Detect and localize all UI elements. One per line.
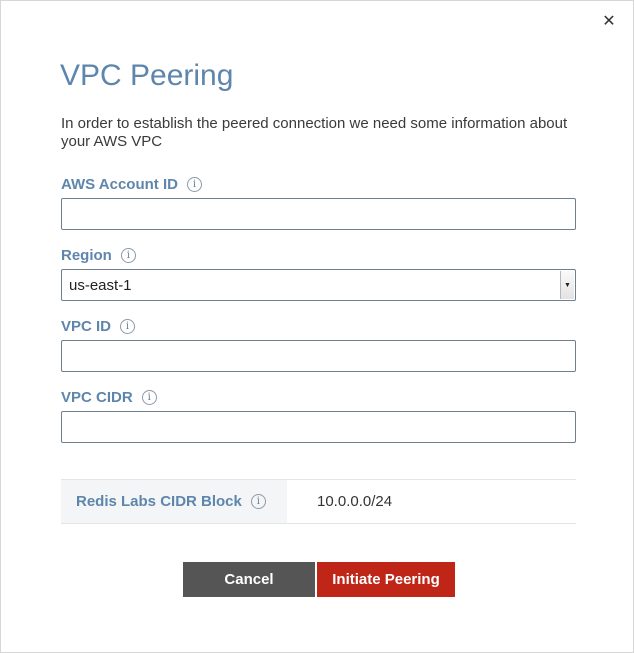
info-icon[interactable]: i bbox=[186, 177, 202, 192]
cidr-block-row: Redis Labs CIDR Block i 10.0.0.0/24 bbox=[61, 479, 576, 524]
region-label: Region i bbox=[61, 247, 136, 264]
vpc-cidr-input[interactable] bbox=[61, 411, 576, 443]
info-icon[interactable]: i bbox=[120, 319, 136, 334]
vpc-id-input[interactable] bbox=[61, 340, 576, 372]
cidr-block-label: Redis Labs CIDR Block i bbox=[61, 480, 287, 523]
vpc-cidr-label-text: VPC CIDR bbox=[61, 389, 133, 406]
info-icon[interactable]: i bbox=[250, 494, 266, 509]
initiate-peering-button[interactable]: Initiate Peering bbox=[317, 562, 455, 597]
region-label-text: Region bbox=[61, 247, 112, 264]
region-select[interactable]: us-east-1 ▼ bbox=[61, 269, 576, 301]
aws-account-id-label: AWS Account ID i bbox=[61, 176, 202, 193]
cancel-button[interactable]: Cancel bbox=[183, 562, 315, 597]
intro-text: In order to establish the peered connect… bbox=[61, 115, 568, 150]
aws-account-id-label-text: AWS Account ID bbox=[61, 176, 178, 193]
vpc-id-label-text: VPC ID bbox=[61, 318, 112, 335]
vpc-id-label: VPC ID i bbox=[61, 318, 136, 335]
chevron-down-icon[interactable]: ▼ bbox=[560, 271, 574, 299]
region-select-value: us-east-1 bbox=[69, 276, 132, 294]
cidr-block-value: 10.0.0.0/24 bbox=[317, 493, 393, 510]
vpc-peering-dialog: ✕ VPC Peering In order to establish the … bbox=[0, 0, 634, 653]
info-icon[interactable]: i bbox=[141, 390, 157, 405]
dialog-title: VPC Peering bbox=[60, 59, 234, 92]
info-icon[interactable]: i bbox=[120, 248, 136, 263]
cidr-block-label-text: Redis Labs CIDR Block bbox=[76, 493, 242, 510]
vpc-cidr-label: VPC CIDR i bbox=[61, 389, 157, 406]
aws-account-id-input[interactable] bbox=[61, 198, 576, 230]
close-icon[interactable]: ✕ bbox=[602, 14, 616, 30]
